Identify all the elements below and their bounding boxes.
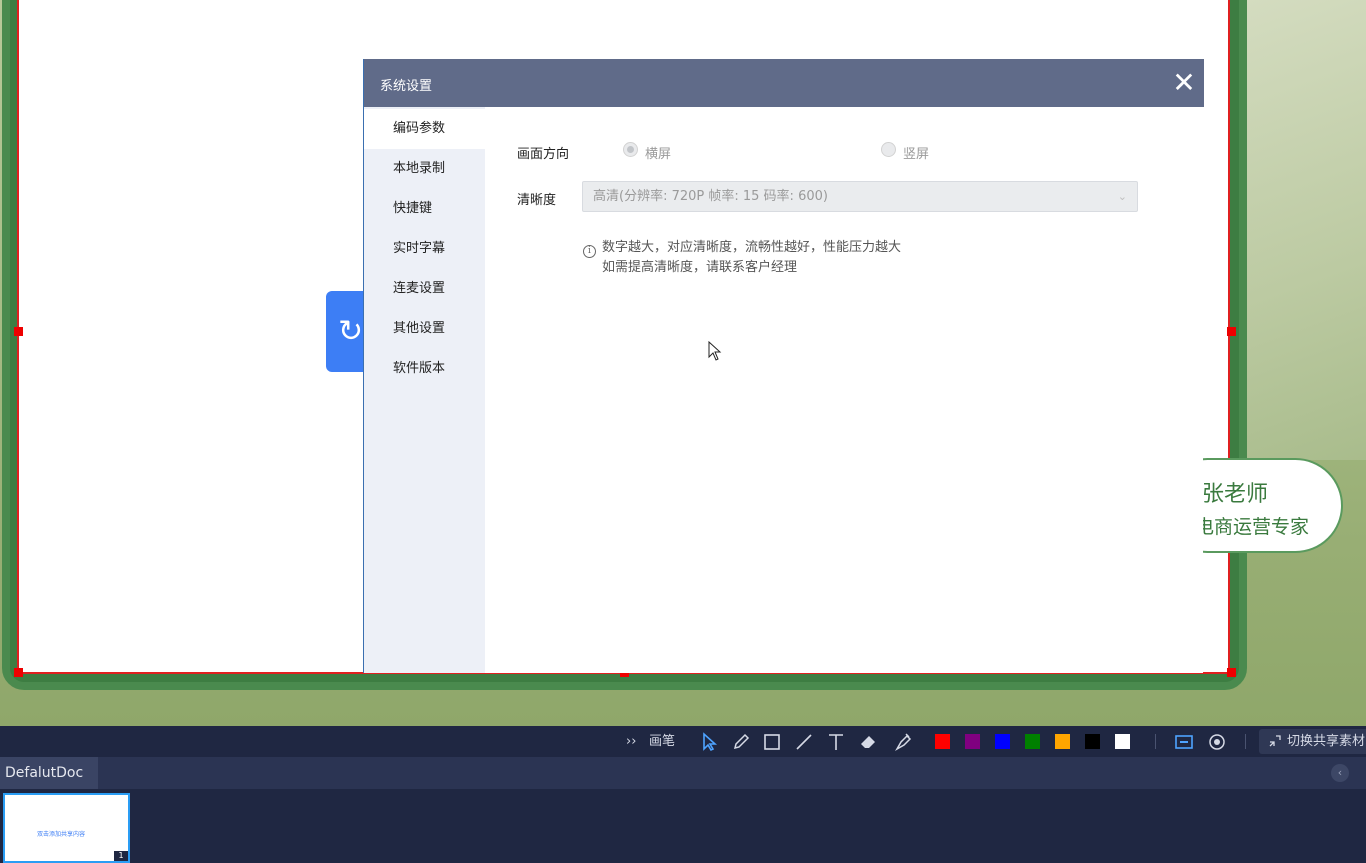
page-thumbnail[interactable]: 双击添加共享内容 1	[3, 793, 130, 863]
page-number: 1	[114, 851, 128, 861]
color-swatch-orange[interactable]	[1055, 734, 1070, 749]
settings-content: 画面方向 横屏 竖屏 清晰度 高清(分辨率: 720P 帧率: 15 码率: 6…	[485, 107, 1203, 673]
clear-icon[interactable]	[894, 732, 914, 752]
color-swatch-purple[interactable]	[965, 734, 980, 749]
close-icon[interactable]: ✕	[1172, 68, 1196, 98]
thumbnail-caption: 双击添加共享内容	[37, 831, 86, 838]
document-bar: DefalutDoc ‹	[0, 757, 1366, 789]
settings-dialog: 系统设置 ✕ 编码参数 本地录制 快捷键 实时字幕 连麦设置 其他设置 软件版本…	[363, 59, 1204, 673]
settings-sidebar: 编码参数 本地录制 快捷键 实时字幕 连麦设置 其他设置 软件版本	[364, 107, 485, 673]
toolbar-divider	[1245, 734, 1246, 749]
resize-handle-right[interactable]	[1227, 327, 1236, 336]
sidebar-item-live-captions[interactable]: 实时字幕	[364, 229, 485, 269]
sidebar-item-encoding[interactable]: 编码参数	[364, 109, 485, 149]
dialog-header[interactable]: 系统设置 ✕	[364, 59, 1204, 107]
sidebar-item-shortcuts[interactable]: 快捷键	[364, 189, 485, 229]
resize-handle-left[interactable]	[14, 327, 23, 336]
pencil-icon[interactable]	[731, 732, 751, 752]
record-icon[interactable]	[1207, 732, 1227, 752]
chevron-down-icon: ⌄	[1117, 190, 1127, 203]
lecturer-name: 张老师	[1202, 482, 1269, 507]
eraser-icon[interactable]	[858, 732, 878, 752]
portrait-radio[interactable]	[881, 142, 896, 157]
screen-share-icon[interactable]	[1174, 732, 1194, 752]
color-swatch-red[interactable]	[935, 734, 950, 749]
sidebar-item-other[interactable]: 其他设置	[364, 309, 485, 349]
orientation-label: 画面方向	[517, 147, 570, 162]
upload-icon: ↻	[338, 314, 364, 349]
color-swatch-black[interactable]	[1085, 734, 1100, 749]
info-icon: i	[583, 245, 596, 258]
text-icon[interactable]	[826, 732, 846, 752]
switch-share-button[interactable]: 切换共享素材	[1259, 729, 1366, 754]
switch-icon	[1269, 735, 1281, 747]
sidebar-item-local-recording[interactable]: 本地录制	[364, 149, 485, 189]
resize-handle-bottom-right[interactable]	[1227, 668, 1236, 677]
color-swatch-green[interactable]	[1025, 734, 1040, 749]
resize-handle-bottom-left[interactable]	[14, 668, 23, 677]
select-icon[interactable]	[700, 732, 720, 752]
quality-value: 高清(分辨率: 720P 帧率: 15 码率: 600)	[593, 189, 828, 204]
doc-tab[interactable]: DefalutDoc	[0, 757, 98, 789]
sidebar-item-version[interactable]: 软件版本	[364, 349, 485, 389]
quality-select[interactable]: 高清(分辨率: 720P 帧率: 15 码率: 600) ⌄	[582, 181, 1138, 212]
landscape-radio[interactable]	[623, 142, 638, 157]
toolbar-divider	[1155, 734, 1156, 749]
page-thumbnails: 双击添加共享内容 1	[0, 789, 1366, 863]
quality-label: 清晰度	[517, 193, 557, 208]
dialog-title: 系统设置	[380, 79, 433, 94]
landscape-label[interactable]: 横屏	[645, 143, 671, 162]
info-text-line2: 如需提高清晰度，请联系客户经理	[602, 260, 798, 275]
drawing-toolbar: ›› 画笔 切换共享素材	[0, 726, 1366, 757]
switch-share-label: 切换共享素材	[1287, 734, 1366, 749]
color-swatch-blue[interactable]	[995, 734, 1010, 749]
rectangle-icon[interactable]	[762, 732, 782, 752]
portrait-label[interactable]: 竖屏	[903, 143, 929, 162]
lecturer-title: 电商运营专家	[1195, 516, 1310, 538]
pen-label[interactable]: 画笔	[649, 726, 675, 757]
info-text-line1: 数字越大，对应清晰度，流畅性越好，性能压力越大	[602, 240, 902, 255]
collapse-icon[interactable]: ‹	[1331, 764, 1349, 782]
mouse-cursor-icon	[708, 341, 722, 361]
color-swatch-white[interactable]	[1115, 734, 1130, 749]
line-icon[interactable]	[794, 732, 814, 752]
expand-icon[interactable]: ››	[626, 726, 636, 757]
sidebar-item-co-host[interactable]: 连麦设置	[364, 269, 485, 309]
